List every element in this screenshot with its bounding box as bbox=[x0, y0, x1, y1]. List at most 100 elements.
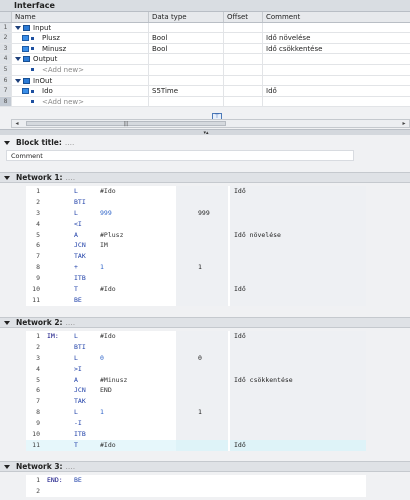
comment-cell[interactable] bbox=[262, 54, 410, 64]
code-line[interactable]: 5 A #Minusz Idő csökkentése bbox=[26, 374, 366, 386]
comment-cell[interactable] bbox=[262, 96, 410, 107]
network-title-dots[interactable]: .... bbox=[66, 318, 76, 327]
line-number: 9 bbox=[36, 274, 40, 283]
code-line[interactable]: 2 BTI bbox=[26, 196, 366, 208]
name-cell[interactable]: Output bbox=[11, 54, 148, 64]
type-cell[interactable]: S5Time bbox=[148, 86, 223, 96]
code-line[interactable]: 6 JCN IM bbox=[26, 240, 366, 252]
code-line[interactable]: 9 ITB bbox=[26, 273, 366, 285]
network-2-header[interactable]: Network 2:.... bbox=[0, 317, 410, 328]
network-title-dots[interactable]: .... bbox=[66, 173, 76, 182]
code-line[interactable]: 1 END: BE bbox=[26, 475, 366, 486]
scroll-left-icon[interactable]: ◂ bbox=[13, 120, 21, 127]
line-comment: Idő csökkentése bbox=[228, 374, 366, 386]
horizontal-scrollbar[interactable]: ◂ ||| ▸ bbox=[11, 119, 410, 128]
code-line[interactable]: 3 L 999 999 bbox=[26, 207, 366, 219]
value-cell bbox=[176, 251, 228, 263]
type-cell[interactable]: Bool bbox=[148, 33, 223, 43]
code-line[interactable]: 11 BE bbox=[26, 294, 366, 306]
interface-title[interactable]: Interface bbox=[0, 0, 410, 12]
column-header-type[interactable]: Data type bbox=[148, 12, 223, 22]
code-line[interactable]: 5 A #Plusz Idő növelése bbox=[26, 229, 366, 241]
add-new-placeholder[interactable]: <Add new> bbox=[42, 66, 84, 74]
name-cell[interactable]: <Add new> bbox=[11, 96, 148, 107]
type-cell[interactable] bbox=[148, 54, 223, 64]
name-cell[interactable]: Input bbox=[11, 22, 148, 33]
type-cell[interactable]: Bool bbox=[148, 43, 223, 54]
column-header-offset[interactable]: Offset bbox=[223, 12, 262, 22]
comment-cell[interactable] bbox=[262, 64, 410, 75]
network-title-dots[interactable]: .... bbox=[66, 462, 76, 471]
network-1-code[interactable]: 1 L #Ido Idő 2 BTI 3 L 999 999 4 <I 5 A #Plusz Idő … bbox=[26, 186, 366, 306]
collapse-caret-icon[interactable] bbox=[4, 465, 10, 469]
network-2-code[interactable]: 1 IM: L #Ido Idő 2 BTI 3 L 0 0 4 >I 5 A #Minusz Idő … bbox=[26, 331, 366, 451]
code-line[interactable]: 7 TAK bbox=[26, 251, 366, 263]
code-line[interactable]: 8 L 1 1 bbox=[26, 407, 366, 419]
type-cell[interactable] bbox=[148, 64, 223, 75]
name-cell[interactable]: <Add new> bbox=[11, 64, 148, 75]
network-3-code[interactable]: 1 END: BE 2 bbox=[26, 475, 366, 497]
collapse-caret-icon[interactable] bbox=[4, 321, 10, 325]
interface-row-add-new[interactable]: 8 <Add new> bbox=[0, 96, 410, 108]
interface-row-add-new[interactable]: 5 <Add new> bbox=[0, 64, 410, 76]
name-cell[interactable]: Minusz bbox=[11, 43, 148, 54]
code-line[interactable]: 4 <I bbox=[26, 218, 366, 230]
network-3-header[interactable]: Network 3:.... bbox=[0, 461, 410, 472]
code-line[interactable]: 9 -I bbox=[26, 418, 366, 430]
interface-row-input[interactable]: 1 Input bbox=[0, 22, 410, 34]
name-cell[interactable]: InOut bbox=[11, 75, 148, 86]
operand: 1 bbox=[100, 263, 104, 272]
code-line[interactable]: 2 bbox=[26, 486, 366, 497]
interface-row-minusz[interactable]: 3 Minusz Bool Idő csökkentése bbox=[0, 43, 410, 55]
splitter-arrows-icon[interactable]: ▾▴ bbox=[196, 130, 216, 136]
line-number: 11 bbox=[32, 295, 40, 304]
comment-cell[interactable]: Idő csökkentése bbox=[262, 43, 410, 54]
expand-triangle-icon[interactable] bbox=[15, 25, 21, 30]
value-cell bbox=[176, 385, 228, 397]
block-comment-field[interactable]: Comment bbox=[6, 150, 354, 161]
interface-row-plusz[interactable]: 2 Plusz Bool Idő növelése bbox=[0, 33, 410, 44]
interface-row-inout[interactable]: 6 InOut bbox=[0, 75, 410, 87]
network-1-header[interactable]: Network 1:.... bbox=[0, 172, 410, 183]
add-new-placeholder[interactable]: <Add new> bbox=[42, 98, 84, 106]
block-title-dots[interactable]: .... bbox=[65, 138, 75, 147]
collapse-caret-icon[interactable] bbox=[4, 176, 10, 180]
column-header-name[interactable]: Name bbox=[11, 12, 148, 22]
name-cell[interactable]: Ido bbox=[11, 86, 148, 96]
code-line[interactable]: 3 L 0 0 bbox=[26, 352, 366, 364]
code-line[interactable]: 10 T #Ido Idő bbox=[26, 284, 366, 295]
type-cell[interactable] bbox=[148, 22, 223, 33]
expand-triangle-icon[interactable] bbox=[15, 57, 21, 62]
code-line[interactable]: 1 L #Ido Idő bbox=[26, 186, 366, 197]
value-cell: 1 bbox=[176, 407, 228, 419]
type-cell[interactable] bbox=[148, 96, 223, 107]
code-line[interactable]: 10 ITB bbox=[26, 429, 366, 440]
parameter-dot-icon bbox=[31, 89, 34, 93]
interface-row-output[interactable]: 4 Output bbox=[0, 54, 410, 65]
interface-row-ido[interactable]: 7 Ido S5Time Idő bbox=[0, 86, 410, 97]
code-line[interactable]: 2 BTI bbox=[26, 341, 366, 353]
collapse-caret-icon[interactable] bbox=[4, 141, 10, 145]
code-line[interactable]: 7 TAK bbox=[26, 396, 366, 408]
comment-cell[interactable]: Idő növelése bbox=[262, 33, 410, 43]
comment-cell[interactable] bbox=[262, 22, 410, 33]
column-header-comment[interactable]: Comment bbox=[262, 12, 410, 22]
instruction: TAK bbox=[74, 252, 86, 261]
comment-cell[interactable] bbox=[262, 75, 410, 86]
panel-splitter[interactable]: ▾▴ bbox=[0, 129, 410, 136]
name-cell[interactable]: Plusz bbox=[11, 33, 148, 43]
code-line[interactable]: 6 JCN END bbox=[26, 385, 366, 397]
value-cell bbox=[176, 396, 228, 408]
line-comment bbox=[228, 251, 366, 263]
code-line[interactable]: 8 +1 1 bbox=[26, 262, 366, 274]
code-line-selected[interactable]: 11 T #Ido Idő bbox=[26, 439, 366, 451]
operand: #Ido bbox=[100, 187, 116, 195]
type-cell[interactable] bbox=[148, 75, 223, 86]
comment-cell[interactable]: Idő bbox=[262, 86, 410, 96]
scrollbar-thumb[interactable]: ||| bbox=[26, 121, 226, 127]
code-line[interactable]: 4 >I bbox=[26, 363, 366, 375]
code-line[interactable]: 1 IM: L #Ido Idő bbox=[26, 331, 366, 342]
instruction: <I bbox=[74, 219, 82, 228]
expand-triangle-icon[interactable] bbox=[15, 78, 21, 83]
scroll-right-icon[interactable]: ▸ bbox=[400, 120, 408, 127]
